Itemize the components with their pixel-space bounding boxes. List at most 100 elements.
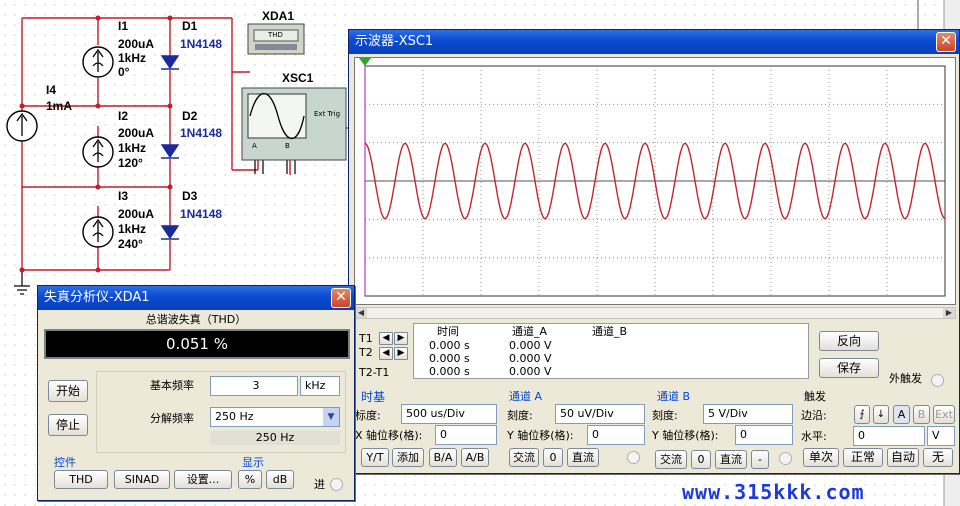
trigger-source-b-button[interactable]: B	[913, 405, 930, 424]
d3-name: D3	[182, 189, 198, 203]
i2-phase: 120°	[118, 156, 143, 170]
timebase-xpos-field[interactable]: 0	[435, 425, 497, 445]
thd-heading: 总谐波失真（THD）	[145, 313, 247, 326]
cursor-t2t1-label: T2-T1	[359, 366, 390, 379]
distortion-analyzer-titlebar[interactable]: 失真分析仪-XDA1 ✕	[38, 286, 354, 310]
i4-value: 1mA	[46, 99, 73, 113]
oscilloscope-close-button[interactable]: ✕	[936, 32, 956, 52]
save-button[interactable]: 保存	[819, 358, 879, 378]
channel-b-scale-field[interactable]: 5 V/Div	[703, 404, 793, 424]
channel-b-ypos-field[interactable]: 0	[735, 425, 793, 445]
scope-screen-frame	[354, 57, 956, 305]
resolution-readout: 250 Hz	[210, 431, 340, 445]
scroll-left-arrow-icon[interactable]: ◀	[355, 308, 367, 318]
scope-scrollbar[interactable]: ◀ ▶	[354, 307, 956, 319]
sinad-mode-button[interactable]: SINAD	[114, 470, 170, 489]
channel-b-radio[interactable]	[779, 452, 792, 465]
trigger-normal-button[interactable]: 正常	[843, 448, 883, 467]
start-button[interactable]: 开始	[48, 380, 88, 402]
timebase-scale-field[interactable]: 500 us/Div	[401, 404, 497, 424]
readout-header-time: 时间	[437, 325, 459, 338]
d2-model: 1N4148	[180, 126, 223, 140]
watermark: www.315kkk.com	[682, 480, 865, 504]
i3-name: I3	[118, 189, 129, 203]
trigger-none-button[interactable]: 无	[923, 448, 953, 467]
trigger-level-field[interactable]: 0	[853, 426, 925, 446]
trigger-title: 触发	[804, 390, 826, 403]
trigger-single-button[interactable]: 单次	[803, 448, 839, 467]
display-title: 显示	[242, 456, 264, 469]
trigger-level-unit[interactable]: V	[927, 426, 955, 446]
xsc-port-b: B	[285, 142, 290, 150]
readout-t2t1-time: 0.000 s	[429, 365, 470, 378]
resolution-select[interactable]: 250 Hz ▼	[210, 407, 340, 427]
display-percent-button[interactable]: %	[238, 470, 262, 489]
readout-t1-time: 0.000 s	[429, 339, 470, 352]
d2-name: D2	[182, 109, 198, 123]
channel-b-zero-button[interactable]: 0	[691, 450, 711, 469]
t2-left-arrow-icon[interactable]: ◀	[379, 347, 393, 360]
readout-header-channel-a: 通道_A	[512, 325, 548, 338]
mode-ba-button[interactable]: B/A	[429, 448, 457, 467]
channel-a-scale-field[interactable]: 50 uV/Div	[555, 404, 645, 424]
trigger-source-a-button[interactable]: A	[893, 405, 910, 424]
t1-left-arrow-icon[interactable]: ◀	[379, 332, 393, 345]
trigger-edge-label: 边沿:	[801, 409, 827, 422]
scroll-right-arrow-icon[interactable]: ▶	[943, 308, 955, 318]
i1-freq: 1kHz	[118, 51, 147, 65]
i3-freq: 1kHz	[118, 222, 147, 236]
trigger-rising-edge-icon[interactable]: ⨍	[854, 405, 870, 424]
channel-a-ypos-label: Y 轴位移(格):	[507, 429, 574, 442]
oscilloscope-window[interactable]: 示波器-XSC1 ✕ ◀ ▶ T1 T2 T2-T1 ◀ ▶ ◀ ▶ 时间 通道…	[348, 29, 960, 474]
channel-a-zero-button[interactable]: 0	[543, 448, 563, 467]
resolution-value: 250 Hz	[215, 410, 254, 423]
distortion-analyzer-close-button[interactable]: ✕	[331, 288, 351, 308]
channel-a-dc-button[interactable]: 直流	[567, 448, 599, 467]
input-radio[interactable]	[330, 478, 343, 491]
in-label: 进	[314, 478, 325, 491]
channel-a-title: 通道 A	[509, 390, 543, 403]
readout-t1-a: 0.000 V	[509, 339, 552, 352]
timebase-title: 时基	[361, 390, 386, 404]
trigger-auto-button[interactable]: 自动	[887, 448, 919, 467]
xsc-label[interactable]: XSC1	[282, 72, 313, 85]
channel-a-ac-button[interactable]: 交流	[509, 448, 539, 467]
display-db-button[interactable]: dB	[266, 470, 294, 489]
thd-mode-button[interactable]: THD	[54, 470, 108, 489]
trigger-falling-edge-icon[interactable]: ↓	[873, 405, 889, 424]
trigger-source-ext-button[interactable]: Ext	[933, 405, 955, 424]
t1-right-arrow-icon[interactable]: ▶	[394, 332, 408, 345]
settings-button[interactable]: 设置...	[174, 470, 232, 489]
channel-b-minus-button[interactable]: -	[751, 450, 769, 469]
scope-display	[359, 58, 946, 297]
channel-b-title: 通道 B	[657, 390, 691, 403]
fund-freq-label: 基本频率	[150, 379, 194, 392]
cursor-t1-marker-icon	[359, 58, 371, 66]
fund-freq-field[interactable]: 3	[210, 376, 298, 396]
channel-b-scale-label: 刻度:	[652, 409, 678, 422]
chevron-down-icon[interactable]: ▼	[323, 408, 339, 426]
stop-button[interactable]: 停止	[48, 414, 88, 436]
xsc-port-a: A	[252, 142, 257, 150]
reverse-button[interactable]: 反向	[819, 331, 879, 351]
channel-a-ypos-field[interactable]: 0	[587, 425, 645, 445]
timebase-xpos-label: X 轴位移(格):	[355, 429, 423, 442]
trigger-level-label: 水平:	[801, 430, 827, 443]
i1-name: I1	[118, 19, 129, 33]
t2-right-arrow-icon[interactable]: ▶	[394, 347, 408, 360]
i1-current: 200uA	[118, 37, 155, 51]
channel-b-ypos-label: Y 轴位移(格):	[652, 429, 719, 442]
channel-a-scale-label: 刻度:	[507, 409, 533, 422]
readout-t2t1-a: 0.000 V	[509, 365, 552, 378]
distortion-analyzer-title: 失真分析仪-XDA1	[44, 290, 150, 305]
d1-name: D1	[182, 19, 198, 33]
channel-a-radio[interactable]	[627, 451, 640, 464]
channel-b-ac-button[interactable]: 交流	[655, 450, 687, 469]
oscilloscope-titlebar[interactable]: 示波器-XSC1 ✕	[349, 30, 959, 54]
mode-ab-button[interactable]: A/B	[461, 448, 489, 467]
distortion-analyzer-window[interactable]: 失真分析仪-XDA1 ✕ 总谐波失真（THD） 0.051 % 开始 停止 基本…	[37, 285, 355, 501]
mode-add-button[interactable]: 添加	[392, 448, 424, 467]
ext-trigger-radio[interactable]	[931, 374, 944, 387]
channel-b-dc-button[interactable]: 直流	[715, 450, 747, 469]
mode-yt-button[interactable]: Y/T	[361, 448, 389, 467]
